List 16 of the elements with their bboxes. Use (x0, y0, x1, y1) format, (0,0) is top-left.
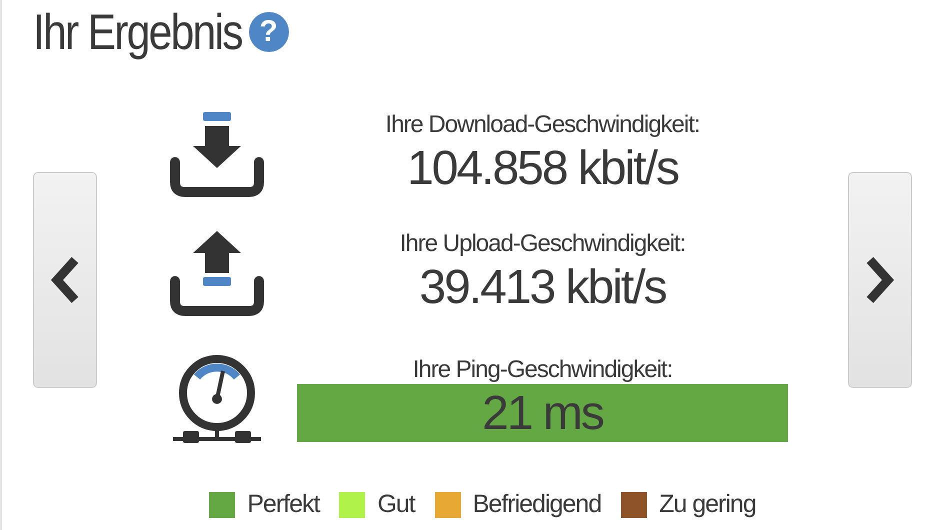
result-value: 39.413 kbit/s (419, 260, 666, 314)
result-value: 21 ms (482, 386, 603, 440)
result-value: 104.858 kbit/s (407, 140, 678, 196)
legend-label: Zu gering (659, 490, 756, 519)
legend-label: Gut (377, 490, 415, 519)
previous-button[interactable] (33, 172, 97, 388)
upload-icon (169, 229, 265, 317)
legend-label: Perfekt (247, 490, 320, 519)
page-title: Ihr Ergebnis (33, 3, 242, 61)
help-button[interactable]: ? (248, 12, 289, 52)
result-label: Ihre Ping-Geschwindigkeit: (412, 356, 672, 384)
result-label: Ihre Download-Geschwindigkeit: (385, 111, 700, 139)
result-label: Ihre Upload-Geschwindigkeit: (400, 230, 686, 258)
next-button[interactable] (848, 172, 912, 388)
download-icon (169, 110, 265, 198)
legend-label: Befriedigend (472, 490, 602, 519)
